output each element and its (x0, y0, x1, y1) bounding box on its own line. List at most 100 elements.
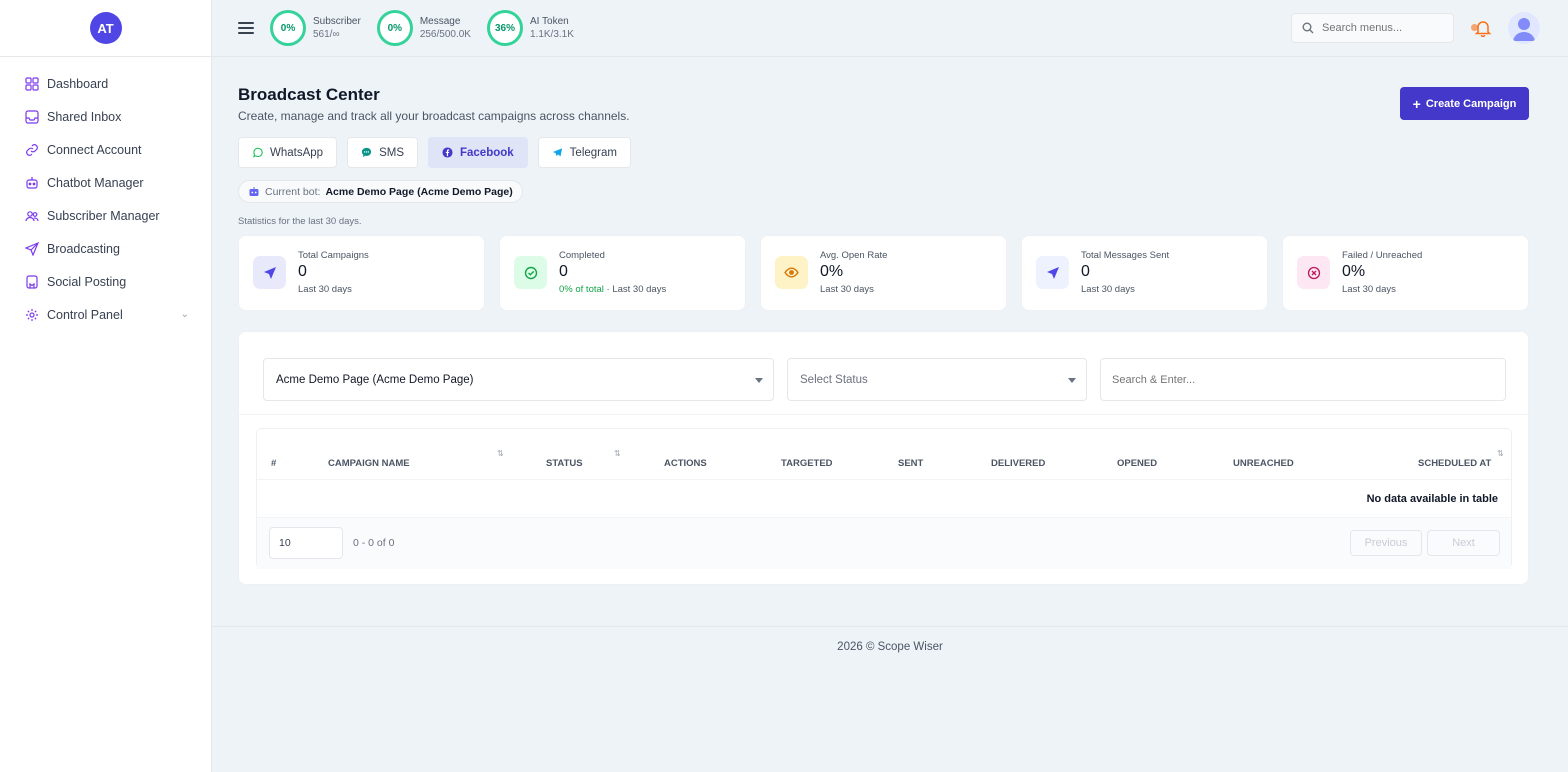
sidebar-item-label: Broadcasting (47, 241, 120, 256)
sidebar-item-control-panel[interactable]: Control Panel ⌄ (0, 298, 211, 331)
page-info: 0 - 0 of 0 (353, 537, 395, 549)
sidebar-nav: Dashboard Shared Inbox Connect Account C… (0, 57, 211, 331)
users-icon (24, 208, 40, 224)
tab-sms[interactable]: SMS (347, 137, 418, 168)
menu-icon[interactable] (238, 22, 254, 34)
column-header[interactable]: Targeted (781, 458, 833, 469)
create-campaign-button[interactable]: + Create Campaign (1400, 87, 1529, 120)
usage-value: 256/500.0K (419, 29, 471, 40)
next-button[interactable]: Next (1427, 530, 1500, 556)
column-header[interactable]: Opened (1117, 458, 1157, 469)
sidebar-item-subscriber-manager[interactable]: Subscriber Manager (0, 199, 211, 232)
usage-ai-token: 36% AI Token 1.1K/3.1K (486, 10, 574, 46)
sort-icon[interactable]: ⇅ (1497, 449, 1504, 458)
page-select[interactable]: Acme Demo Page (Acme Demo Page) (263, 358, 774, 401)
user-icon (1513, 18, 1535, 41)
search-input[interactable] (1322, 22, 1442, 34)
sidebar-item-dashboard[interactable]: Dashboard (0, 67, 211, 100)
usage-subscriber: 0% Subscriber 561/∞ (270, 10, 361, 46)
column-header[interactable]: Delivered (991, 458, 1045, 469)
stat-card-open-rate: Avg. Open Rate 0% Last 30 days (760, 235, 1007, 311)
sidebar-item-label: Connect Account (47, 142, 142, 157)
caret-down-icon (1068, 378, 1076, 383)
column-header[interactable]: Sent (898, 458, 923, 469)
usage-value: 561/∞ (313, 29, 340, 40)
footer: 2026 © Scope Wiser (837, 641, 943, 653)
sidebar-item-label: Shared Inbox (47, 109, 122, 124)
column-header[interactable]: Campaign Name (328, 458, 410, 469)
column-header[interactable]: Actions (664, 458, 707, 469)
usage-ring: 36% (486, 10, 523, 46)
divider (239, 414, 1528, 415)
sidebar-item-broadcasting[interactable]: Broadcasting (0, 232, 211, 265)
stat-sub: Last 30 days (298, 284, 352, 295)
tab-whatsapp[interactable]: WhatsApp (238, 137, 338, 168)
table-search[interactable] (1100, 358, 1506, 401)
table-row: No data available in table (257, 479, 1511, 517)
usage-label: AI Token (529, 16, 569, 27)
usage-label: Subscriber (313, 16, 361, 27)
table-search-input[interactable] (1112, 373, 1492, 386)
current-bot-value: Acme Demo Page (Acme Demo Page) (325, 185, 513, 198)
stat-card-total-campaigns: Total Campaigns 0 Last 30 days (238, 235, 485, 311)
sidebar-item-social-posting[interactable]: Social Posting (0, 265, 211, 298)
sidebar-item-connect-account[interactable]: Connect Account (0, 133, 211, 166)
empty-message: No data available in table (1366, 493, 1498, 505)
stat-card-completed: Completed 0 0% of total · Last 30 days (499, 235, 746, 311)
brand-avatar[interactable]: AT (89, 12, 122, 44)
sidebar-item-shared-inbox[interactable]: Shared Inbox (0, 100, 211, 133)
navigation-icon (1036, 256, 1069, 289)
stat-sub: 0% of total · Last 30 days (559, 284, 667, 295)
footer-divider (212, 626, 1568, 627)
usage-ring: 0% (270, 10, 306, 46)
stat-card-failed: Failed / Unreached 0% Last 30 days (1282, 235, 1529, 311)
sort-icon[interactable]: ⇅ (497, 449, 504, 458)
usage-ring: 0% (376, 10, 413, 46)
filters-row: Acme Demo Page (Acme Demo Page) Select S… (263, 358, 1506, 401)
column-header[interactable]: Unreached (1233, 458, 1294, 469)
caret-down-icon (755, 378, 763, 383)
campaign-table: # Campaign Name ⇅ Status ⇅ Actions Targe… (256, 428, 1512, 569)
sidebar: AT Dashboard Shared Inbox Connect Accoun… (0, 0, 212, 772)
user-avatar[interactable] (1508, 12, 1540, 44)
send-icon (24, 241, 40, 257)
stat-label: Avg. Open Rate (820, 250, 888, 261)
status-select[interactable]: Select Status (787, 358, 1087, 401)
current-bot-label: Current bot: (265, 185, 321, 198)
tab-facebook[interactable]: Facebook (427, 137, 528, 168)
eye-icon (775, 256, 808, 289)
stats-note: Statistics for the last 30 days. (238, 216, 362, 227)
table-footer: 10 0 - 0 of 0 Previous Next (257, 517, 1511, 569)
sidebar-item-chatbot-manager[interactable]: Chatbot Manager (0, 166, 211, 199)
stat-label: Total Campaigns (298, 250, 369, 261)
previous-button[interactable]: Previous (1350, 530, 1422, 556)
current-bot-badge: Current bot: Acme Demo Page (Acme Demo P… (238, 180, 523, 203)
facebook-icon (442, 147, 453, 158)
sidebar-item-label: Chatbot Manager (47, 175, 144, 190)
stat-label: Total Messages Sent (1081, 250, 1170, 261)
stat-label: Completed (559, 250, 605, 261)
sms-icon (361, 147, 372, 158)
search-icon (1302, 22, 1314, 34)
column-header[interactable]: Status (546, 458, 583, 469)
column-header[interactable]: # (271, 458, 276, 469)
stat-sub: Last 30 days (1342, 284, 1396, 295)
sidebar-item-label: Social Posting (47, 274, 127, 289)
column-header[interactable]: Scheduled At (1418, 458, 1491, 469)
sort-icon[interactable]: ⇅ (614, 449, 621, 458)
notification-bell[interactable] (1471, 19, 1492, 38)
stat-sub: Last 30 days (820, 284, 874, 295)
tab-telegram[interactable]: Telegram (537, 137, 631, 168)
menu-search[interactable] (1291, 13, 1454, 43)
page-title: Broadcast Center (238, 85, 380, 104)
sidebar-header: AT (0, 0, 211, 57)
sidebar-item-label: Control Panel (47, 307, 123, 322)
grid-icon (24, 76, 40, 92)
robot-icon (249, 186, 259, 196)
table-header: # Campaign Name ⇅ Status ⇅ Actions Targe… (257, 449, 1511, 479)
channel-tabs: WhatsApp SMS Facebook Telegram (238, 137, 631, 168)
gear-icon (24, 307, 40, 323)
chevron-down-icon[interactable]: ⌄ (181, 309, 189, 320)
page-size-input[interactable]: 10 (269, 527, 343, 559)
whatsapp-icon (252, 147, 263, 158)
